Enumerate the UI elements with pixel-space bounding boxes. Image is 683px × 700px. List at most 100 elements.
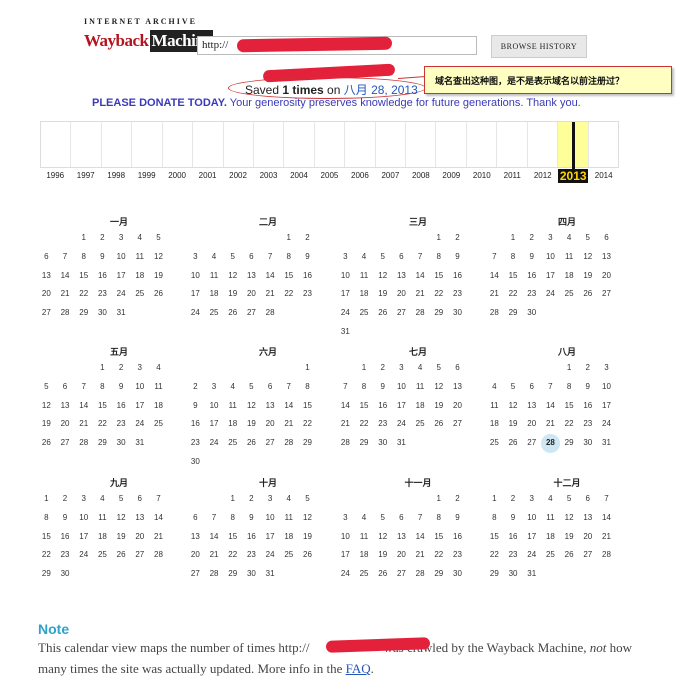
calendar-day: 26 [228,308,238,318]
calendar-day: 16 [508,531,518,541]
year-label[interactable]: 2009 [436,171,466,183]
histogram-year-2014[interactable] [589,122,618,167]
calendar-day: 18 [154,400,163,410]
histogram-year-2011[interactable] [497,122,528,167]
note-not: not [589,640,607,655]
year-label[interactable]: 1996 [40,171,70,183]
histogram-year-2004[interactable] [284,122,315,167]
histogram-year-2005[interactable] [315,122,346,167]
saved-date-link[interactable]: 八月 28, 2013 [344,83,418,97]
histogram-year-2006[interactable] [345,122,376,167]
year-label[interactable]: 2001 [192,171,222,183]
calendar-day: 9 [100,251,105,261]
histogram-year-2007[interactable] [376,122,407,167]
captured-day[interactable]: 28 [541,434,560,453]
year-label[interactable]: 2012 [528,171,558,183]
calendar-day: 25 [97,550,107,560]
histogram-year-2000[interactable] [163,122,194,167]
histogram-year-2012[interactable] [528,122,559,167]
calendar-day: 2 [249,494,254,503]
faq-link[interactable]: FAQ [346,661,371,676]
browse-history-button[interactable]: BROWSE HISTORY [491,35,587,58]
calendar-day: 7 [62,251,68,261]
calendar-day: 16 [246,531,256,541]
histogram-year-2009[interactable] [436,122,467,167]
calendar-day: 17 [116,270,126,280]
calendar-day: 2 [62,494,68,503]
calendar-day: 5 [156,233,161,242]
calendar-day: 19 [508,419,518,429]
note-heading: Note [38,621,70,637]
year-label[interactable]: 2008 [406,171,436,183]
histogram-year-2002[interactable] [224,122,254,167]
donate-banner[interactable]: PLEASE DONATE TODAY. Your generosity pre… [92,97,581,109]
empty-day-cell [74,359,93,378]
calendar-day: 17 [190,289,200,299]
calendar-day: 27 [453,419,462,429]
calendar-day: 6 [399,512,404,522]
year-label[interactable]: 2003 [253,171,283,183]
histogram-year-1999[interactable] [132,122,163,167]
year-label[interactable]: 1998 [101,171,131,183]
calendar-day: 28 [209,569,219,579]
calendar-day: 25 [135,289,145,299]
calendar-day: 24 [340,308,350,318]
calendar-day: 23 [303,289,312,299]
empty-day-cell [522,359,541,378]
empty-day-cell [504,359,523,378]
year-label[interactable]: 2004 [284,171,314,183]
histogram-year-2003[interactable] [254,122,285,167]
calendar-day: 25 [154,419,163,429]
calendar-day: 7 [417,512,423,522]
calendar-day: 15 [41,531,51,541]
calendar-day: 17 [265,531,275,541]
wayback-machine-logo[interactable]: Wayback Machine [84,27,214,55]
calendar-day: 6 [267,381,273,391]
calendar-day: 25 [415,419,425,429]
capture-bar[interactable] [571,122,575,169]
calendar-day: 12 [303,512,312,522]
year-label[interactable]: 2013 [557,169,589,183]
calendar-day: 20 [583,531,593,541]
year-label[interactable]: 1999 [131,171,161,183]
year-label[interactable]: 1997 [70,171,100,183]
calendar-day: 26 [378,308,388,318]
calendar-day: 19 [154,270,163,280]
calendar-day: 18 [97,531,107,541]
histogram-year-1997[interactable] [71,122,102,167]
calendar-day: 6 [455,363,460,372]
calendar-day: 20 [41,289,51,299]
saved-on: on [323,83,344,97]
calendar-day: 7 [211,512,217,522]
calendar-day: 9 [193,400,198,410]
histogram-year-1996[interactable] [41,122,72,167]
year-histogram[interactable] [40,121,619,169]
histogram-year-2008[interactable] [406,122,437,167]
calendar-day: 18 [228,419,238,429]
empty-day-cell [186,490,205,509]
calendar-day: 21 [489,289,499,299]
histogram-year-2013[interactable] [558,122,589,169]
calendar-day: 24 [527,550,537,560]
calendar-day: 12 [378,531,388,541]
histogram-year-2010[interactable] [467,122,498,167]
month-day-grid: 1 2 3 4 5 6 7 8 9 10 11 12 13 14 15 16 17 18 19 20 21 22 23 24 2… [485,359,635,453]
histogram-year-1998[interactable] [102,122,133,167]
year-label[interactable]: 2014 [588,171,618,183]
calendar-day: 14 [209,531,219,541]
histogram-year-2001[interactable] [193,122,224,167]
year-label[interactable]: 2002 [223,171,253,183]
year-label[interactable]: 2005 [314,171,344,183]
year-label[interactable]: 2011 [497,171,527,183]
calendar-day: 1 [436,494,441,503]
calendar-day: 13 [190,531,200,541]
calendar-day: 2 [305,233,310,242]
year-label[interactable]: 2006 [345,171,375,183]
calendar-day: 24 [209,438,219,448]
year-label[interactable]: 2000 [162,171,192,183]
year-label[interactable]: 2010 [467,171,497,183]
calendar-day: 4 [492,381,497,391]
month-calendar: 七月 1 2 3 4 5 6 7 8 9 10 11 12 13 14 15 16 17 18 19 20 21 22 23 2… [336,345,486,453]
year-label[interactable]: 2007 [375,171,405,183]
calendar-day: 15 [434,270,444,280]
